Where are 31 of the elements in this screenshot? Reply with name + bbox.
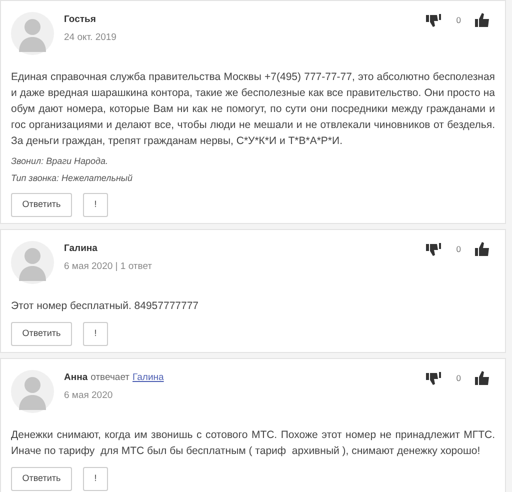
call-info: Тип звонка: Нежелательный <box>11 172 134 184</box>
reply-button[interactable]: Ответить <box>11 467 72 491</box>
thumbs-down-icon[interactable] <box>426 14 442 28</box>
author-name: Гостья <box>64 13 96 27</box>
reply-label: отвечает <box>90 371 130 385</box>
comment-date: 6 мая 2020 <box>64 389 114 404</box>
avatar-icon <box>11 241 54 284</box>
avatar-icon <box>11 370 54 413</box>
thumbs-up-icon[interactable] <box>475 13 491 28</box>
vote-count: 0 <box>456 14 461 27</box>
author-name: Галина <box>64 242 98 256</box>
report-button[interactable]: ! <box>83 322 108 346</box>
thumbs-up-icon[interactable] <box>475 242 491 257</box>
thumbs-down-icon[interactable] <box>426 372 442 386</box>
avatar-icon <box>11 12 54 55</box>
reply-button[interactable]: Ответить <box>11 193 72 217</box>
vote-count: 0 <box>456 372 461 385</box>
call-info: Звонил: Враги Народа. <box>11 155 110 168</box>
thumbs-down-icon[interactable] <box>426 242 442 256</box>
comment-text: Денежки снимают, когда им звонишь с сотового МТС. Похоже этот номер не принадлежит МГТС. Иначе по тарифу для МТС был бы бесплатным ( тариф архивный ), снимают денежку хорошо! <box>11 428 495 459</box>
vote-count: 0 <box>456 243 461 256</box>
report-button[interactable]: ! <box>83 467 108 491</box>
comment-date: 6 мая 2020 | 1 ответ <box>64 260 154 274</box>
report-button[interactable]: ! <box>83 193 108 217</box>
comment-text: Единая справочная служба правительства Москвы +7(495) 777-77-77, это абсолютно бесполезная и даже вредная шарашкина контора, такие же бесполезные как все правительство. Они просто на обум дают номера, которые Вам ни как не помогут, по сути они посредники между гражданами и гос организациями и делают все, чтобы люди не мешали и не отвлекали чиновников от безделья. За деньги граждан, трепят гражданам нервы, С*У*К*И и Т*В*А*Р*И. <box>11 70 495 149</box>
comment-text: Этот номер бесплатный. 84957777777 <box>11 299 200 314</box>
comment-date: 24 окт. 2019 <box>64 31 118 46</box>
reply-to-link[interactable]: Галина <box>132 371 164 386</box>
reply-button[interactable]: Ответить <box>11 322 72 346</box>
thumbs-up-icon[interactable] <box>475 371 491 386</box>
author-name: Анна <box>64 371 88 385</box>
